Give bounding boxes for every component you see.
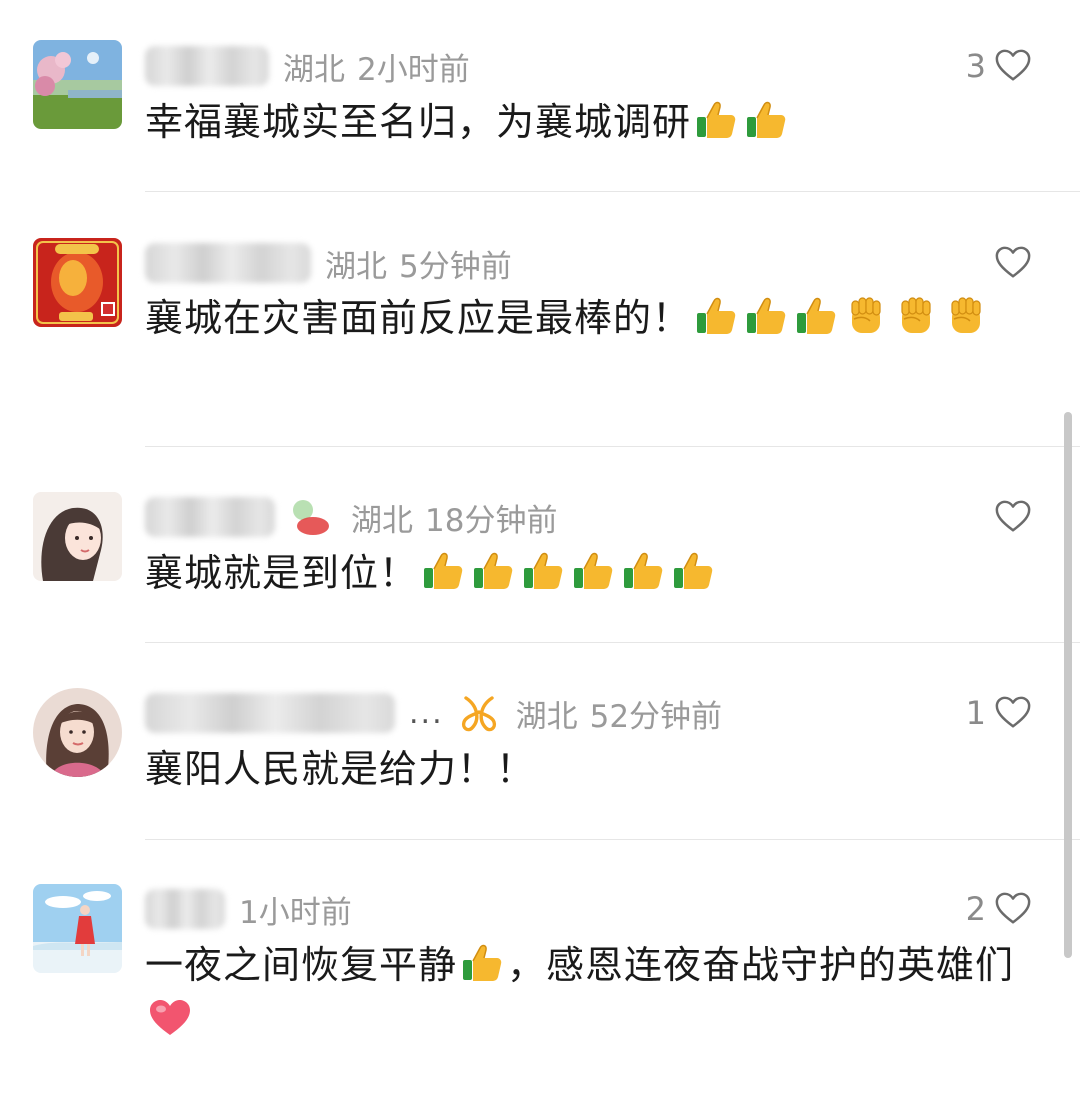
avatar-illustrated-girl-image [33,492,122,581]
like-button[interactable]: 3 [966,41,1032,91]
avatar[interactable] [33,492,122,581]
like-count: 3 [965,47,986,85]
comment-text-segment: 一夜之间恢复平静 [145,943,458,987]
comment-text-segment: 襄城就是到位！ [145,551,419,595]
username-blurred[interactable] [145,243,311,283]
thumbs-up-icon [521,548,565,592]
comment-text: 幸福襄城实至名归，为襄城调研 [145,94,1025,150]
scrollbar[interactable] [1064,412,1072,958]
raised-fist-icon [844,293,888,337]
username-blurred[interactable] [145,497,275,537]
thumbs-up-icon [744,293,788,337]
thumbs-up-icon [571,548,615,592]
avatar-photo-woman-image [33,688,122,777]
location-label: 湖北 [283,51,345,88]
thumbs-up-icon [460,940,504,984]
like-button[interactable] [994,238,1032,288]
comment-meta: 湖北 5分钟前 [145,238,512,288]
comment-meta: 1小时前 [145,884,352,934]
like-button[interactable]: 2 [966,884,1032,934]
raised-fist-icon [894,293,938,337]
thumbs-up-icon [671,548,715,592]
avatar[interactable] [33,40,122,129]
timestamp: 1小时前 [239,894,352,931]
raised-fist-icon [944,293,988,337]
location-label: 湖北 [351,502,413,539]
avatar-travel-photo-image [33,884,122,973]
heart-outline-icon[interactable] [994,694,1032,732]
location-label: 湖北 [515,698,578,735]
heart-outline-icon[interactable] [994,244,1032,282]
timestamp: 52分钟前 [589,698,723,735]
avatar[interactable] [33,884,122,973]
orange-ribbon-icon [458,692,500,734]
comment-text: 襄阳人民就是给力！！ [145,741,1025,797]
like-count: 1 [965,694,986,732]
comment-meta: 湖北 2小时前 [145,41,470,91]
timestamp: 2小时前 [357,51,470,88]
comment-meta: ... 湖北 52分钟前 [145,688,722,738]
thumbs-up-icon [744,97,788,141]
comment-item[interactable]: 湖北 18分钟前 襄城就是到位！ [0,447,1080,643]
comment-item[interactable]: ... 湖北 52分钟前 1 襄阳人民就是给力！！ [0,643,1080,840]
avatar-festive-image [33,238,122,327]
username-blurred[interactable] [145,693,395,733]
thumbs-up-icon [421,548,465,592]
comment-text-segment: ，感恩连夜奋战守护的英雄们 [507,943,1015,987]
timestamp: 18分钟前 [425,502,558,539]
like-count: 2 [965,890,986,928]
comment-text-segment: 幸福襄城实至名归，为襄城调研 [145,100,692,144]
username-blurred[interactable] [145,46,269,86]
avatar[interactable] [33,688,122,777]
avatar-landscape-image [33,40,122,129]
comment-item[interactable]: 湖北 2小时前 3 幸福襄城实至名归，为襄城调研 [0,0,1080,192]
username-blurred[interactable] [145,889,225,929]
location-label: 湖北 [325,248,387,285]
blurred-emoji-icon [289,496,331,538]
comment-text: 襄城就是到位！ [145,545,1025,601]
thumbs-up-icon [694,97,738,141]
name-ellipsis: ... [409,695,444,731]
like-button[interactable]: 1 [966,688,1032,738]
comment-text: 一夜之间恢复平静 ，感恩连夜奋战守护的英雄们 [145,937,1015,1049]
comment-text-segment: 襄城在灾害面前反应是最棒的！ [145,296,692,340]
comment-item[interactable]: 湖北 5分钟前 襄城在灾害面前反应是最棒的！ [0,192,1080,447]
thumbs-up-icon [621,548,665,592]
thumbs-up-icon [471,548,515,592]
comment-text: 襄城在灾害面前反应是最棒的！ [145,290,995,346]
heart-outline-icon[interactable] [994,47,1032,85]
like-button[interactable] [994,492,1032,542]
heart-outline-icon[interactable] [994,890,1032,928]
timestamp: 5分钟前 [399,248,512,285]
thumbs-up-icon [794,293,838,337]
avatar[interactable] [33,238,122,327]
heart-outline-icon[interactable] [994,498,1032,536]
thumbs-up-icon [694,293,738,337]
red-heart-icon [148,996,192,1040]
comment-meta: 湖北 18分钟前 [145,492,557,542]
comment-item[interactable]: 1小时前 2 一夜之间恢复平静 ，感恩连夜奋战守护的英雄们 [0,839,1080,1096]
comment-text-segment: 襄阳人民就是给力！！ [145,747,536,791]
